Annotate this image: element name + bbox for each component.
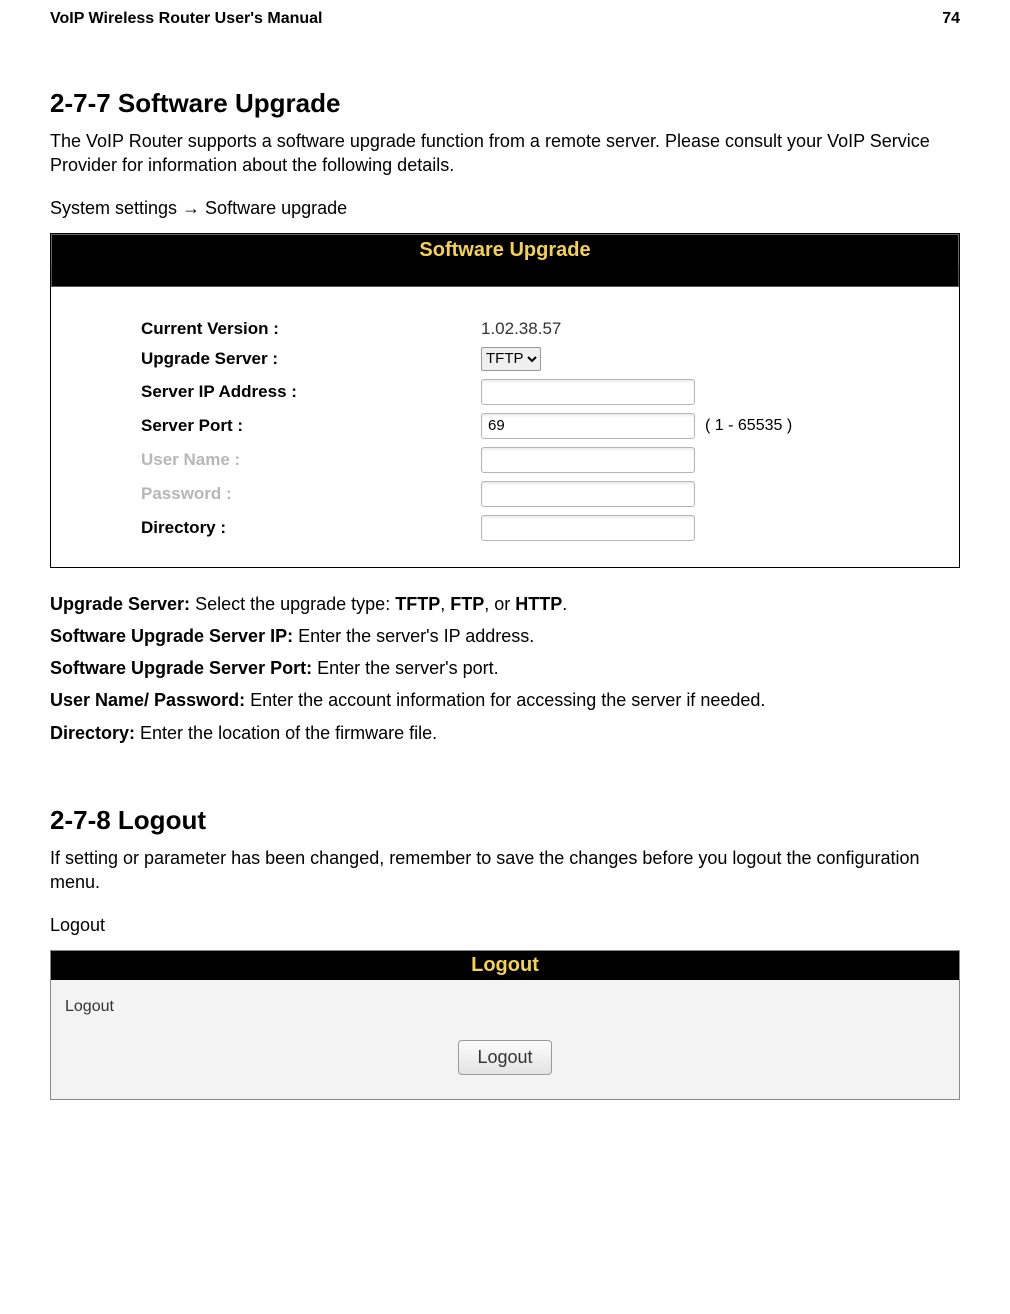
label-password: Password : xyxy=(51,484,481,504)
panel-title-logout: Logout xyxy=(51,951,959,980)
select-upgrade-server[interactable]: TFTP xyxy=(481,347,541,371)
intro-software-upgrade: The VoIP Router supports a software upgr… xyxy=(50,129,960,178)
term-user-password: User Name/ Password: xyxy=(50,690,250,710)
def-directory: Enter the location of the firmware file. xyxy=(140,723,437,743)
heading-software-upgrade: 2-7-7 Software Upgrade xyxy=(50,88,960,119)
nav-path-logout: Logout xyxy=(50,915,960,936)
hint-server-port-range: ( 1 - 65535 ) xyxy=(705,417,792,435)
label-server-ip: Server IP Address : xyxy=(51,382,481,402)
def-upgrade-server-tftp: TFTP xyxy=(395,594,440,614)
heading-logout: 2-7-8 Logout xyxy=(50,805,960,836)
software-upgrade-panel: Software Upgrade Current Version : 1.02.… xyxy=(50,233,960,568)
doc-title: VoIP Wireless Router User's Manual xyxy=(50,10,323,28)
panel-dark-strip xyxy=(51,266,959,287)
page-number: 74 xyxy=(942,10,960,28)
panel-title-software-upgrade: Software Upgrade xyxy=(52,235,958,266)
def-upgrade-server-http: HTTP xyxy=(515,594,562,614)
input-password[interactable] xyxy=(481,481,695,507)
value-current-version: 1.02.38.57 xyxy=(481,319,561,339)
term-directory: Directory: xyxy=(50,723,140,743)
term-upgrade-server: Upgrade Server: xyxy=(50,594,195,614)
logout-label: Logout xyxy=(65,998,945,1016)
def-server-port: Enter the server's port. xyxy=(317,658,499,678)
intro-logout: If setting or parameter has been changed… xyxy=(50,846,960,895)
label-user-name: User Name : xyxy=(51,450,481,470)
def-user-password: Enter the account information for access… xyxy=(250,690,765,710)
input-server-ip[interactable] xyxy=(481,379,695,405)
input-directory[interactable] xyxy=(481,515,695,541)
label-directory: Directory : xyxy=(51,518,481,538)
logout-button[interactable]: Logout xyxy=(458,1040,551,1075)
label-server-port: Server Port : xyxy=(51,416,481,436)
label-current-version: Current Version : xyxy=(51,319,481,339)
logout-panel: Logout Logout Logout xyxy=(50,950,960,1100)
def-server-ip: Enter the server's IP address. xyxy=(298,626,534,646)
term-server-port: Software Upgrade Server Port: xyxy=(50,658,317,678)
def-upgrade-server-ftp: FTP xyxy=(450,594,484,614)
input-user-name[interactable] xyxy=(481,447,695,473)
label-upgrade-server: Upgrade Server : xyxy=(51,349,481,369)
term-server-ip: Software Upgrade Server IP: xyxy=(50,626,298,646)
def-upgrade-server-text: Select the upgrade type: xyxy=(195,594,395,614)
input-server-port[interactable] xyxy=(481,413,695,439)
nav-path-software-upgrade: System settings → Software upgrade xyxy=(50,198,960,219)
